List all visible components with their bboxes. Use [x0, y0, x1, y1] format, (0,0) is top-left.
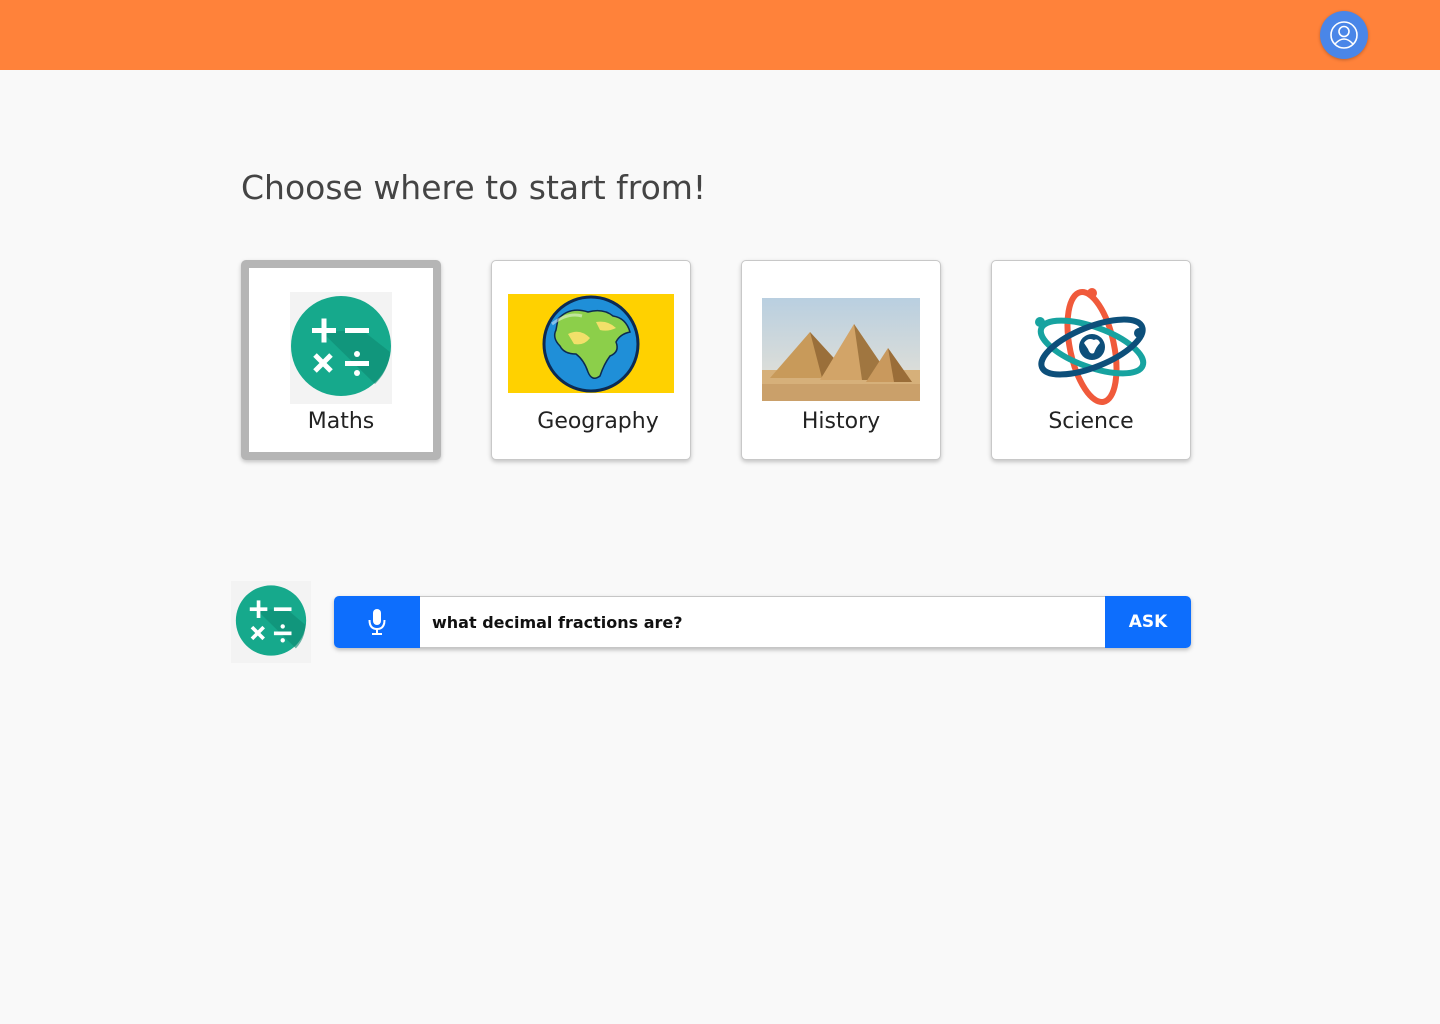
- subject-card-geography[interactable]: Geography: [491, 260, 691, 460]
- pyramids-image: [762, 298, 920, 401]
- subject-card-science[interactable]: Science: [991, 260, 1191, 460]
- subject-label: Maths: [307, 409, 375, 434]
- page-title: Choose where to start from!: [241, 168, 707, 207]
- subject-label: History: [801, 409, 881, 434]
- subject-card-maths[interactable]: Maths: [241, 260, 441, 460]
- subject-card-history[interactable]: History: [741, 260, 941, 460]
- ask-bar: ASK: [334, 596, 1191, 648]
- voice-input-button[interactable]: [334, 596, 420, 648]
- subject-label: Geography: [537, 409, 659, 434]
- question-input[interactable]: [420, 596, 1105, 648]
- selected-subject-icon: [231, 581, 311, 663]
- user-circle-icon: [1330, 21, 1358, 49]
- subject-label: Science: [1048, 409, 1134, 434]
- atom-globe-icon: [1035, 288, 1147, 405]
- math-operations-icon: [290, 292, 392, 404]
- top-bar: [0, 0, 1440, 70]
- ask-button[interactable]: ASK: [1105, 596, 1191, 648]
- math-operations-icon: [235, 585, 307, 656]
- microphone-icon: [368, 609, 386, 635]
- user-avatar-button[interactable]: [1320, 11, 1368, 59]
- globe-icon: [508, 294, 674, 393]
